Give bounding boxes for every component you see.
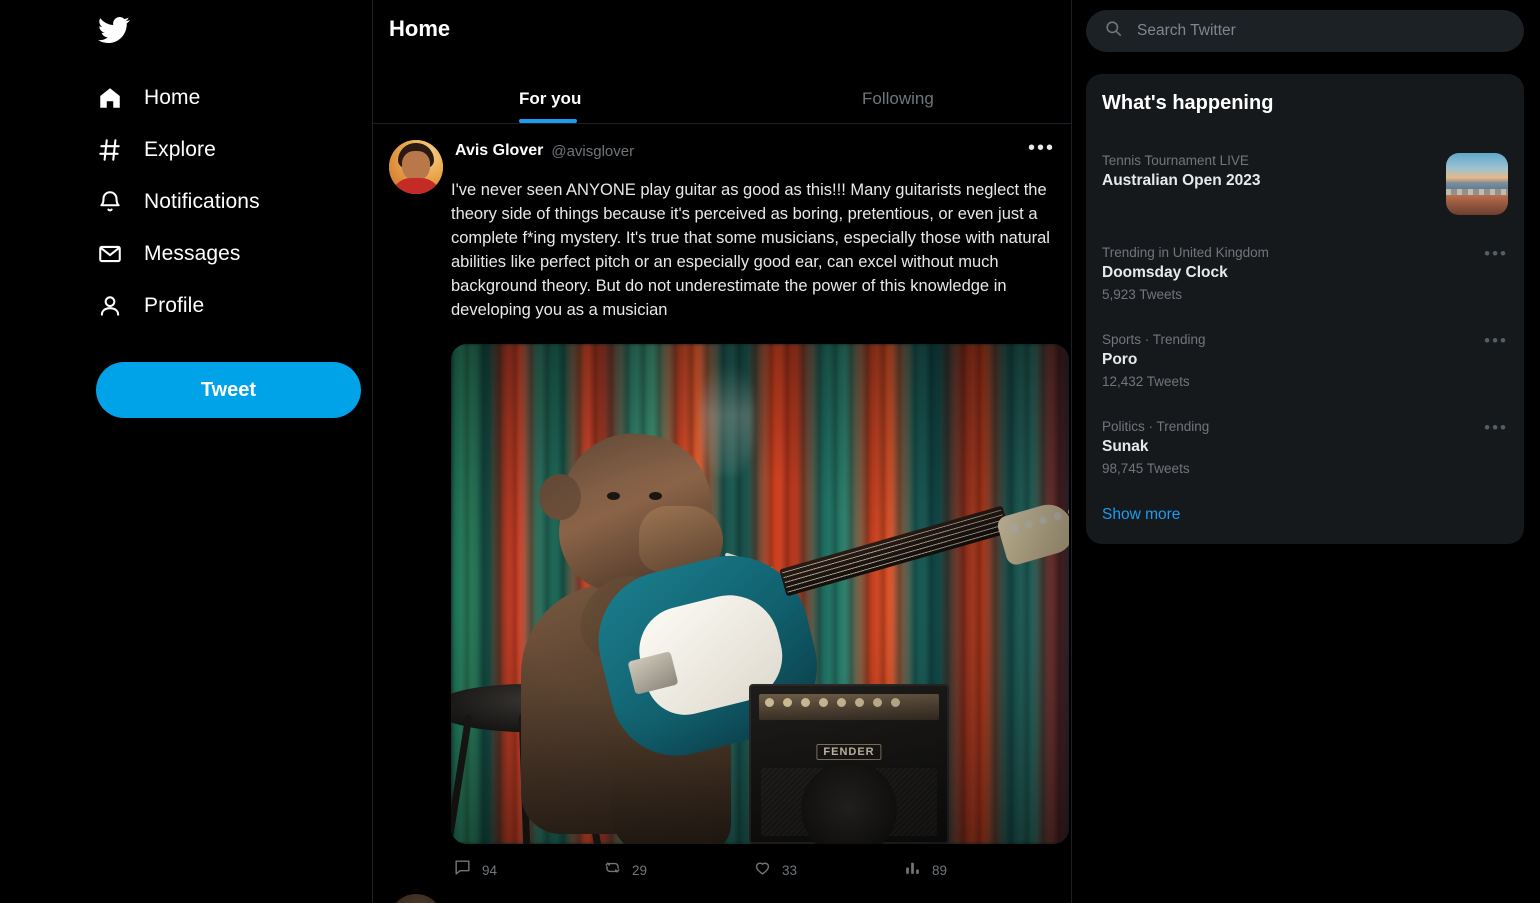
tweet-author-name[interactable]: Avis Glover: [455, 142, 543, 160]
trend-topic: Poro: [1102, 351, 1138, 368]
ellipsis-icon[interactable]: •••: [1484, 332, 1508, 349]
sidebar-item-label: Profile: [144, 294, 205, 317]
trend-category: Politics · Trending: [1102, 419, 1210, 434]
retweet-icon: [603, 858, 622, 882]
reply-button[interactable]: 94: [453, 858, 603, 882]
search-input[interactable]: [1137, 22, 1506, 40]
retweet-button[interactable]: 29: [603, 858, 753, 882]
trend-topic: Doomsday Clock: [1102, 264, 1228, 281]
card-title: What's happening: [1102, 92, 1274, 114]
trend-count: 5,923 Tweets: [1102, 287, 1183, 302]
feed-header: Home: [373, 0, 1071, 62]
sidebar-item-messages[interactable]: Messages: [96, 228, 336, 280]
trend-count: 12,432 Tweets: [1102, 374, 1190, 389]
tab-label: Following: [862, 89, 934, 108]
avatar[interactable]: [389, 140, 443, 194]
twitter-app: Home Explore Notifications Messages Prof: [0, 0, 1540, 903]
hashtag-icon: [96, 136, 124, 164]
trend-count: 98,745 Tweets: [1102, 461, 1190, 476]
trend-topic: Australian Open 2023: [1102, 172, 1261, 189]
person-icon: [96, 292, 124, 320]
sidebar-item-label: Home: [144, 86, 201, 109]
trend-thumbnail[interactable]: [1446, 153, 1508, 215]
feed-tabs: For you Following: [373, 62, 1071, 124]
search-box[interactable]: [1086, 10, 1524, 52]
tweet-body: Avis Glover @avisglover ••• I've never s…: [451, 138, 1069, 894]
ellipsis-icon[interactable]: •••: [1484, 419, 1508, 436]
analytics-icon: [903, 858, 922, 882]
sidebar-item-notifications[interactable]: Notifications: [96, 176, 336, 228]
left-sidebar: Home Explore Notifications Messages Prof: [0, 0, 372, 903]
tweet-button[interactable]: Tweet: [96, 362, 361, 418]
sidebar-item-profile[interactable]: Profile: [96, 280, 336, 332]
tab-for-you[interactable]: For you: [373, 62, 728, 123]
reply-count: 94: [482, 862, 498, 878]
tweet-header: Avis Glover @avisglover •••: [455, 138, 1055, 162]
trend-category: Trending in United Kingdom: [1102, 245, 1269, 260]
retweet-count: 29: [632, 862, 648, 878]
whats-happening-card: What's happening Tennis Tournament LIVE …: [1086, 74, 1524, 544]
twitter-bird-icon[interactable]: [98, 8, 142, 52]
sidebar-item-explore[interactable]: Explore: [96, 124, 336, 176]
trend-topic: Sunak: [1102, 438, 1149, 455]
tweet-text: I've never seen ANYONE play guitar as go…: [451, 181, 1050, 319]
tab-label: For you: [519, 89, 582, 108]
comment-icon: [453, 858, 472, 882]
trend-item[interactable]: Tennis Tournament LIVE Australian Open 2…: [1102, 153, 1508, 215]
like-button[interactable]: 33: [753, 858, 903, 882]
views-count: 89: [932, 862, 948, 878]
trend-item[interactable]: Trending in United Kingdom Doomsday Cloc…: [1102, 245, 1508, 302]
trend-item[interactable]: Sports · Trending Poro 12,432 Tweets •••: [1102, 332, 1508, 389]
avatar[interactable]: [389, 894, 443, 903]
right-sidebar: What's happening Tennis Tournament LIVE …: [1072, 0, 1540, 903]
sidebar-item-home[interactable]: Home: [96, 72, 336, 124]
ellipsis-icon[interactable]: •••: [1484, 245, 1508, 262]
page-title: Home: [389, 16, 451, 41]
main-feed: Home For you Following Avis Glover @avis…: [372, 0, 1072, 903]
search-icon: [1104, 19, 1123, 43]
tweet-author-handle[interactable]: @avisglover: [551, 143, 634, 160]
views-button[interactable]: 89: [903, 858, 1053, 882]
ellipsis-icon[interactable]: •••: [1028, 138, 1055, 159]
envelope-icon: [96, 240, 124, 268]
sidebar-item-label: Messages: [144, 242, 241, 265]
media-vignette: [451, 344, 1069, 844]
sidebar-item-label: Notifications: [144, 190, 260, 213]
trend-item[interactable]: Politics · Trending Sunak 98,745 Tweets …: [1102, 419, 1508, 476]
next-tweet-partial[interactable]: [373, 894, 1071, 903]
sidebar-item-label: Explore: [144, 138, 216, 161]
home-icon: [96, 84, 124, 112]
heart-icon: [753, 858, 772, 882]
trend-category: Tennis Tournament LIVE: [1102, 153, 1249, 168]
tweet-actions: 94 29 33 89: [453, 858, 1055, 894]
trend-category: Sports · Trending: [1102, 332, 1206, 347]
like-count: 33: [782, 862, 798, 878]
tweet-card: Avis Glover @avisglover ••• I've never s…: [373, 124, 1071, 894]
show-more-link[interactable]: Show more: [1102, 506, 1508, 524]
tweet-media-image[interactable]: FENDER: [451, 344, 1069, 844]
tab-following[interactable]: Following: [728, 62, 1071, 123]
bell-icon: [96, 188, 124, 216]
